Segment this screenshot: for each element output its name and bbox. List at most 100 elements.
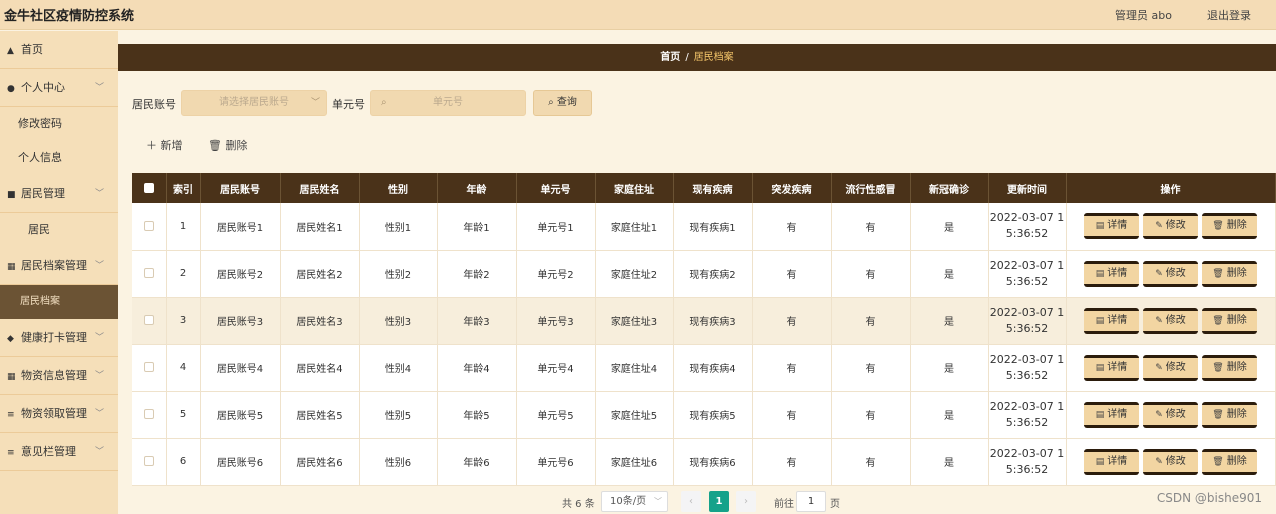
cell-name: 居民姓名6 bbox=[280, 438, 360, 486]
sidebar-item-supplies-claim-mgmt[interactable]: ≡ 物资领取管理 ﹀ bbox=[0, 395, 118, 433]
row-select-cell[interactable] bbox=[132, 250, 167, 298]
row-checkbox[interactable] bbox=[143, 456, 154, 466]
row-checkbox[interactable] bbox=[143, 220, 154, 231]
delete-button[interactable]: 🗑 删除 bbox=[1202, 213, 1257, 240]
cell-covid: 是 bbox=[910, 203, 989, 251]
sidebar-item-feedback-mgmt[interactable]: ≡ 意见栏管理 ﹀ bbox=[0, 433, 118, 471]
cell-idx: 3 bbox=[166, 297, 201, 345]
trash-icon: 🗑 bbox=[1212, 456, 1224, 467]
detail-button[interactable]: ▤ 详情 bbox=[1084, 401, 1139, 428]
row-checkbox[interactable] bbox=[143, 315, 154, 325]
edit-button[interactable]: ✎ 修改 bbox=[1143, 307, 1198, 334]
cell-disease: 现有疾病2 bbox=[673, 250, 753, 298]
column-header: 流行性感冒 bbox=[831, 173, 911, 203]
select-all-checkbox[interactable] bbox=[143, 182, 154, 193]
sidebar-item-resident-archive-mgmt[interactable]: ▦ 居民档案管理 ﹀ bbox=[0, 247, 118, 285]
edit-button[interactable]: ✎ 修改 bbox=[1143, 448, 1198, 475]
breadcrumb-home[interactable]: 首页 bbox=[660, 52, 680, 63]
cell-flu: 有 bbox=[831, 344, 911, 392]
cell-idx: 6 bbox=[166, 438, 201, 486]
sidebar-item-resident-mgmt[interactable]: ■ 居民管理 ﹀ bbox=[0, 175, 118, 213]
cell-name: 居民姓名1 bbox=[280, 203, 360, 251]
detail-button[interactable]: ▤ 详情 bbox=[1084, 354, 1139, 381]
row-select-cell[interactable] bbox=[132, 391, 167, 439]
cell-gender: 性别3 bbox=[359, 297, 438, 345]
table-row[interactable]: 4 居民账号4 居民姓名4 性别4 年龄4 单元号4 家庭住址4 现有疾病4 有有是 2022-0… bbox=[132, 344, 1276, 392]
column-header: 操作 bbox=[1066, 173, 1276, 203]
row-select-cell[interactable] bbox=[132, 344, 167, 392]
sidebar-item-supplies-info-mgmt[interactable]: ▦ 物资信息管理 ﹀ bbox=[0, 357, 118, 395]
sidebar-item-resident-archive[interactable]: 居民档案 bbox=[0, 285, 118, 319]
cell-disease: 现有疾病5 bbox=[673, 391, 753, 439]
cell-update-time: 2022-03-07 1 5:36:52 bbox=[988, 344, 1067, 392]
time-line-2: 5:36:52 bbox=[1005, 227, 1049, 241]
cell-address: 家庭住址3 bbox=[595, 297, 674, 345]
row-select-cell[interactable] bbox=[132, 203, 167, 251]
table-row[interactable]: 1 居民账号1 居民姓名1 性别1 年龄1 单元号1 家庭住址1 现有疾病1 有有是 2022-0… bbox=[132, 203, 1276, 251]
sidebar-item-resident[interactable]: 居民 bbox=[0, 213, 118, 247]
delete-button[interactable]: 🗑 删除 bbox=[1202, 448, 1257, 475]
time-line-2: 5:36:52 bbox=[1005, 462, 1049, 476]
detail-button-label: 详情 bbox=[1107, 314, 1128, 326]
sidebar-item-label: 个人中心 bbox=[21, 81, 65, 94]
detail-button[interactable]: ▤ 详情 bbox=[1084, 213, 1139, 240]
edit-button[interactable]: ✎ 修改 bbox=[1143, 260, 1198, 287]
cell-operations: ▤ 详情 ✎ 修改 🗑 删除 bbox=[1066, 344, 1276, 392]
detail-icon: ▤ bbox=[1095, 315, 1105, 326]
detail-button[interactable]: ▤ 详情 bbox=[1084, 448, 1139, 475]
cell-unit: 单元号3 bbox=[516, 297, 596, 345]
delete-button[interactable]: 🗑 删除 bbox=[1202, 307, 1257, 334]
edit-button[interactable]: ✎ 修改 bbox=[1143, 401, 1198, 428]
cell-operations: ▤ 详情 ✎ 修改 🗑 删除 bbox=[1066, 203, 1276, 251]
sidebar-item-health-checkin-mgmt[interactable]: ◆ 健康打卡管理 ﹀ bbox=[0, 319, 118, 357]
row-select-cell[interactable] bbox=[132, 438, 167, 486]
cell-sudden: 有 bbox=[752, 344, 832, 392]
add-button[interactable]: ＋ 新增 bbox=[146, 137, 183, 153]
plus-icon: ＋ bbox=[146, 139, 161, 152]
cell-covid: 是 bbox=[910, 250, 989, 298]
chevron-down-icon: ﹀ bbox=[94, 371, 104, 381]
cell-unit: 单元号5 bbox=[516, 391, 596, 439]
cell-flu: 有 bbox=[831, 203, 911, 251]
cell-name: 居民姓名3 bbox=[280, 297, 360, 345]
row-select-cell[interactable] bbox=[132, 297, 167, 345]
select-all-cell[interactable] bbox=[132, 173, 167, 203]
edit-button-label: 修改 bbox=[1165, 455, 1186, 467]
table-row[interactable]: 3 居民账号3 居民姓名3 性别3 年龄3 单元号3 家庭住址3 现有疾病3 有有是 2022-0… bbox=[132, 297, 1276, 345]
page-size-select[interactable]: 10条/页 ﹀ bbox=[601, 491, 668, 512]
delete-button[interactable]: 🗑 删除 bbox=[1202, 354, 1257, 381]
trash-icon: 🗑 bbox=[1212, 409, 1224, 420]
sidebar-item-personal[interactable]: ● 个人中心 ﹀ bbox=[0, 69, 118, 107]
cell-sudden: 有 bbox=[752, 438, 832, 486]
main-content: 首页 / 居民档案 居民账号 请选择居民账号 ﹀ 单元号 ⌕ 单元号 ⌕ 查询 ＋ … bbox=[118, 31, 1276, 514]
table-row[interactable]: 6 居民账号6 居民姓名6 性别6 年龄6 单元号6 家庭住址6 现有疾病6 有有是 2022-0… bbox=[132, 438, 1276, 486]
cell-unit: 单元号2 bbox=[516, 250, 596, 298]
sidebar-item-change-password[interactable]: 修改密码 bbox=[0, 107, 118, 141]
delete-button[interactable]: 🗑 删除 bbox=[1202, 260, 1257, 287]
table-row[interactable]: 5 居民账号5 居民姓名5 性别5 年龄5 单元号5 家庭住址5 现有疾病5 有有是 2022-0… bbox=[132, 391, 1276, 439]
edit-button[interactable]: ✎ 修改 bbox=[1143, 213, 1198, 240]
detail-button[interactable]: ▤ 详情 bbox=[1084, 260, 1139, 287]
menu-icon: ◆ bbox=[7, 334, 14, 344]
account-select[interactable]: 请选择居民账号 ﹀ bbox=[181, 90, 327, 116]
row-checkbox[interactable] bbox=[143, 362, 154, 372]
detail-button[interactable]: ▤ 详情 bbox=[1084, 307, 1139, 334]
page-number-button[interactable]: 1 bbox=[709, 491, 729, 512]
row-checkbox[interactable] bbox=[143, 409, 154, 419]
unit-input[interactable]: ⌕ 单元号 bbox=[370, 90, 526, 116]
goto-page-input[interactable]: 1 bbox=[796, 491, 826, 512]
delete-button[interactable]: 🗑 删除 bbox=[1202, 401, 1257, 428]
logout-link[interactable]: 退出登录 bbox=[1207, 7, 1251, 23]
edit-button[interactable]: ✎ 修改 bbox=[1143, 354, 1198, 381]
search-button[interactable]: ⌕ 查询 bbox=[533, 90, 592, 116]
cell-address: 家庭住址6 bbox=[595, 438, 674, 486]
batch-delete-button[interactable]: 🗑 删除 bbox=[208, 137, 247, 153]
sidebar-item-personal-info[interactable]: 个人信息 bbox=[0, 141, 118, 175]
sidebar-item-home[interactable]: ▲ 首页 bbox=[0, 31, 118, 69]
next-page-button[interactable]: › bbox=[736, 491, 756, 512]
edit-icon: ✎ bbox=[1155, 409, 1163, 420]
row-checkbox[interactable] bbox=[143, 268, 154, 278]
edit-button-label: 修改 bbox=[1165, 408, 1186, 420]
prev-page-button[interactable]: ‹ bbox=[681, 491, 701, 512]
table-row[interactable]: 2 居民账号2 居民姓名2 性别2 年龄2 单元号2 家庭住址2 现有疾病2 有有是 2022-0… bbox=[132, 250, 1276, 298]
